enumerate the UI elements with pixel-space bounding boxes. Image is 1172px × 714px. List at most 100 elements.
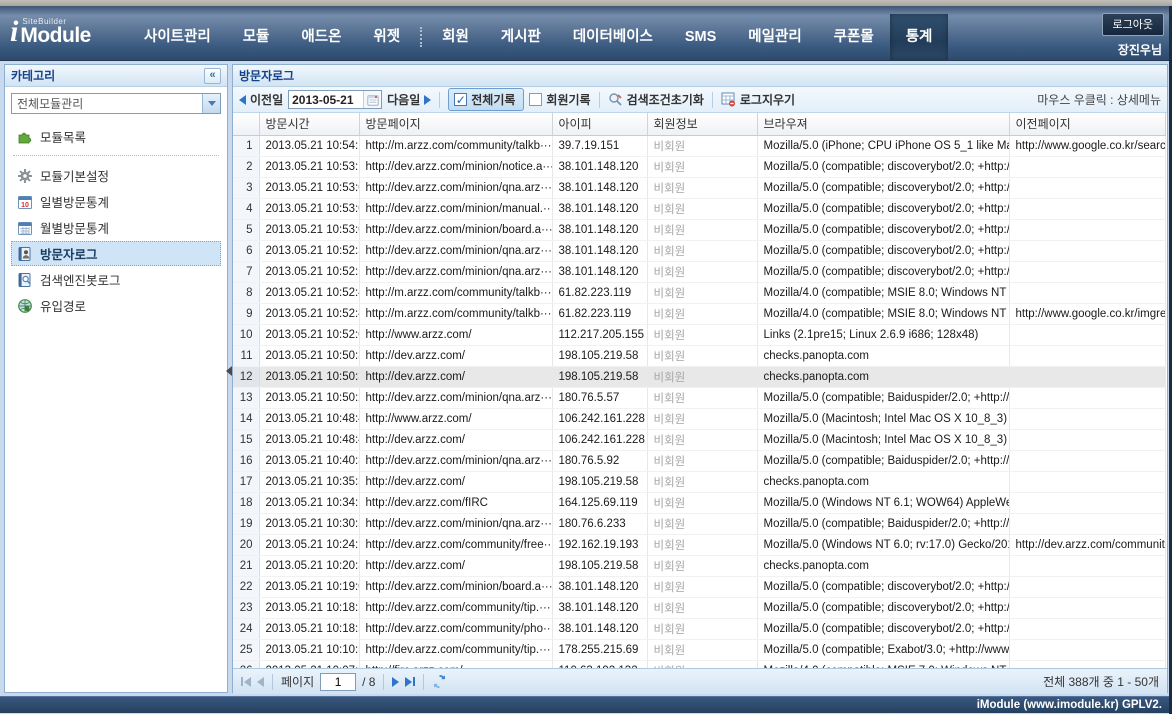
refresh-icon[interactable] (432, 674, 447, 689)
first-page-button[interactable] (241, 677, 251, 687)
page-number-input[interactable] (320, 673, 356, 691)
date-input[interactable] (289, 93, 363, 107)
column-header-4[interactable]: 브라우져 (757, 113, 1009, 135)
browser-cell: Mozilla/5.0 (compatible; discoverybot/2.… (757, 198, 1009, 219)
sidebar-item-module-settings[interactable]: 모듈기본설정 (11, 163, 221, 188)
table-row[interactable]: 252013.05.21 10:10:30http://dev.arzz.com… (233, 639, 1165, 660)
table-row[interactable]: 32013.05.21 10:53:05http://dev.arzz.com/… (233, 177, 1165, 198)
row-number-cell: 6 (233, 240, 259, 261)
table-row[interactable]: 112013.05.21 10:50:39http://dev.arzz.com… (233, 345, 1165, 366)
sidebar-item-inflow-path[interactable]: 유입경로 (11, 293, 221, 318)
table-row[interactable]: 42013.05.21 10:53:01http://dev.arzz.com/… (233, 198, 1165, 219)
table-row[interactable]: 52013.05.21 10:53:00http://dev.arzz.com/… (233, 219, 1165, 240)
ip-cell: 164.125.69.119 (552, 492, 647, 513)
visit-page-cell: http://www.arzz.com/ (359, 324, 552, 345)
table-row[interactable]: 92013.05.21 10:52:41http://m.arzz.com/co… (233, 303, 1165, 324)
sidebar-item-monthly-visit-stats[interactable]: 월별방문통계 (11, 215, 221, 240)
column-header-5[interactable]: 이전페이지 (1009, 113, 1165, 135)
nav-item-database[interactable]: 데이터베이스 (557, 14, 669, 60)
table-row[interactable]: 132013.05.21 10:50:23http://dev.arzz.com… (233, 387, 1165, 408)
nav-item-sms[interactable]: SMS (669, 14, 732, 60)
table-row[interactable]: 22013.05.21 10:53:10http://dev.arzz.com/… (233, 156, 1165, 177)
logo-sitebuilder-text: SiteBuilder (22, 17, 91, 26)
table-row[interactable]: 102013.05.21 10:52:00http://www.arzz.com… (233, 324, 1165, 345)
table-row[interactable]: 172013.05.21 10:35:37http://dev.arzz.com… (233, 471, 1165, 492)
logout-button[interactable]: 로그아웃 (1102, 13, 1164, 36)
next-page-button[interactable] (392, 677, 399, 687)
chevron-down-icon[interactable] (202, 94, 220, 113)
table-row[interactable]: 242013.05.21 10:18:56http://dev.arzz.com… (233, 618, 1165, 639)
column-header-0[interactable]: 방문시간 (259, 113, 359, 135)
nav-item-mail[interactable]: 메일관리 (732, 14, 817, 60)
next-day-button[interactable]: 다음일 (387, 91, 431, 108)
sidebar-item-searchbot-log[interactable]: 검색엔진봇로그 (11, 267, 221, 292)
table-row[interactable]: 222013.05.21 10:19:05http://dev.arzz.com… (233, 576, 1165, 597)
ip-cell: 38.101.148.120 (552, 198, 647, 219)
prev-page-button[interactable] (257, 677, 264, 687)
column-header-2[interactable]: 아이피 (552, 113, 647, 135)
row-number-header (233, 113, 259, 135)
sidebar-item-module-list[interactable]: 모듈목록 (11, 124, 221, 149)
ip-cell: 198.105.219.58 (552, 345, 647, 366)
table-row[interactable]: 152013.05.21 10:48:45http://dev.arzz.com… (233, 429, 1165, 450)
visit-time-cell: 2013.05.21 10:53:00 (259, 219, 359, 240)
nav-item-couponmall[interactable]: 쿠폰몰 (818, 14, 890, 60)
browser-cell: Mozilla/5.0 (compatible; discoverybot/2.… (757, 240, 1009, 261)
row-number-cell: 17 (233, 471, 259, 492)
splitter-collapse-arrow[interactable] (226, 366, 232, 376)
column-header-3[interactable]: 회원정보 (647, 113, 757, 135)
all-records-toggle[interactable]: 전체기록 (448, 88, 524, 111)
nav-item-stats[interactable]: 통계 (890, 14, 949, 60)
row-number-cell: 9 (233, 303, 259, 324)
member-records-toggle[interactable]: 회원기록 (529, 91, 590, 108)
visit-time-cell: 2013.05.21 10:18:56 (259, 618, 359, 639)
table-row[interactable]: 12013.05.21 10:54:18http://m.arzz.com/co… (233, 135, 1165, 156)
visit-page-cell: http://m.arzz.com/community/talkb··· (359, 303, 552, 324)
referrer-cell (1009, 282, 1165, 303)
table-row[interactable]: 232013.05.21 10:18:59http://dev.arzz.com… (233, 597, 1165, 618)
table-row[interactable]: 192013.05.21 10:30:53http://dev.arzz.com… (233, 513, 1165, 534)
table-row[interactable]: 212013.05.21 10:20:36http://dev.arzz.com… (233, 555, 1165, 576)
module-select-dropdown[interactable]: 전체모듈관리 (11, 93, 221, 114)
table-row[interactable]: 72013.05.21 10:52:54http://dev.arzz.com/… (233, 261, 1165, 282)
sidebar-collapse-button[interactable]: « (204, 68, 221, 84)
nav-item-widget[interactable]: 위젯 (357, 14, 416, 60)
table-row[interactable]: 162013.05.21 10:40:38http://dev.arzz.com… (233, 450, 1165, 471)
row-number-cell: 15 (233, 429, 259, 450)
last-page-button[interactable] (405, 677, 415, 687)
browser-cell: Mozilla/5.0 (Macintosh; Intel Mac OS X 1… (757, 408, 1009, 429)
table-row[interactable]: 82013.05.21 10:52:43http://m.arzz.com/co… (233, 282, 1165, 303)
clear-log-button[interactable]: 로그지우기 (721, 91, 795, 108)
table-row[interactable]: 202013.05.21 10:24:12http://dev.arzz.com… (233, 534, 1165, 555)
next-day-arrow-icon (424, 95, 431, 105)
nav-item-site-manage[interactable]: 사이트관리 (128, 14, 227, 60)
member-info-cell: 비회원 (647, 366, 757, 387)
sidebar-item-visitor-log[interactable]: 방문자로그 (11, 241, 221, 266)
checkbox-unchecked-icon[interactable] (529, 93, 542, 106)
visit-page-cell: http://dev.arzz.com/minion/board.a··· (359, 219, 552, 240)
nav-item-addon[interactable]: 애드온 (285, 14, 357, 60)
nav-item-member[interactable]: 회원 (426, 14, 485, 60)
browser-cell: Mozilla/5.0 (iPhone; CPU iPhone OS 5_1 l… (757, 135, 1009, 156)
nav-item-board[interactable]: 게시판 (485, 14, 557, 60)
calendar-icon[interactable] (363, 91, 381, 108)
table-row[interactable]: 182013.05.21 10:34:15http://dev.arzz.com… (233, 492, 1165, 513)
checkbox-checked-icon[interactable] (454, 93, 467, 106)
table-row[interactable]: 62013.05.21 10:52:56http://dev.arzz.com/… (233, 240, 1165, 261)
row-number-cell: 26 (233, 660, 259, 668)
reset-search-button[interactable]: 검색조건초기화 (608, 91, 704, 108)
ip-cell: 38.101.148.120 (552, 156, 647, 177)
table-row[interactable]: 142013.05.21 10:48:45http://www.arzz.com… (233, 408, 1165, 429)
table-row[interactable]: 262013.05.21 10:07:10http://firc.arzz.co… (233, 660, 1165, 668)
visit-time-cell: 2013.05.21 10:52:00 (259, 324, 359, 345)
referrer-cell (1009, 219, 1165, 240)
nav-item-module[interactable]: 모듈 (227, 14, 286, 60)
prev-day-button[interactable]: 이전일 (239, 91, 283, 108)
ip-cell: 198.105.219.58 (552, 471, 647, 492)
table-row[interactable]: 122013.05.21 10:50:38http://dev.arzz.com… (233, 366, 1165, 387)
column-header-1[interactable]: 방문페이지 (359, 113, 552, 135)
visit-time-cell: 2013.05.21 10:50:38 (259, 366, 359, 387)
row-number-cell: 11 (233, 345, 259, 366)
sidebar-item-daily-visit-stats[interactable]: 10일별방문통계 (11, 189, 221, 214)
imodule-logo[interactable]: i SiteBuilder Module (10, 17, 91, 46)
